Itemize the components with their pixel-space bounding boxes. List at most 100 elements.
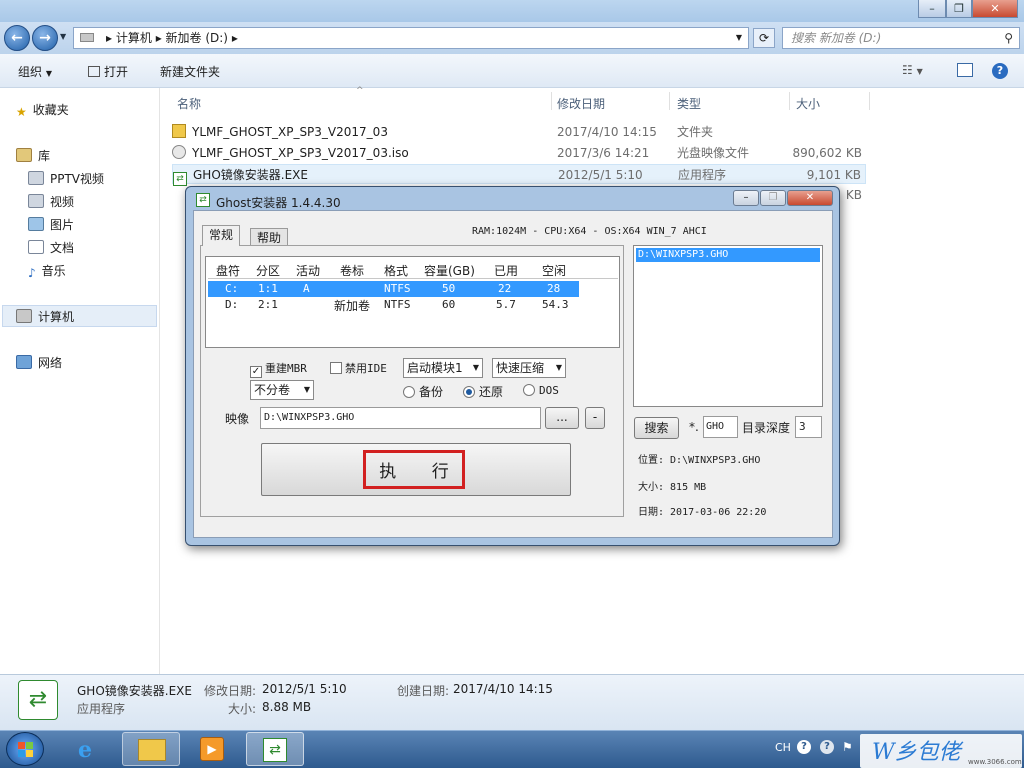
nav-lib-documents[interactable]: 文档 bbox=[28, 239, 74, 257]
nav-computer[interactable]: 计算机 bbox=[16, 308, 74, 326]
organize-menu[interactable]: 组织 ▼ bbox=[18, 63, 52, 80]
column-divider[interactable] bbox=[789, 92, 790, 110]
extension-input[interactable]: GHO bbox=[703, 416, 738, 438]
taskbar-media-player[interactable]: ▶ bbox=[184, 732, 242, 766]
file-date: 2012/5/1 5:10 bbox=[558, 168, 643, 182]
dialog-close-button[interactable]: ✕ bbox=[787, 190, 833, 206]
dialog-maximize-button: ❐ bbox=[760, 190, 786, 206]
computer-icon bbox=[16, 309, 32, 323]
image-file-list[interactable] bbox=[633, 245, 823, 407]
restore-radio[interactable]: 还原 bbox=[463, 383, 503, 400]
refresh-icon[interactable]: ⟳ bbox=[753, 28, 775, 48]
nav-favorites[interactable]: ★ 收藏夹 bbox=[16, 101, 69, 119]
search-button[interactable]: 搜索 bbox=[634, 417, 679, 439]
command-bar bbox=[0, 54, 1024, 88]
nav-libraries[interactable]: 库 bbox=[16, 147, 50, 165]
file-row[interactable]: YLMF_GHOST_XP_SP3_V2017_03.iso 2017/3/6 … bbox=[172, 143, 866, 163]
maximize-button[interactable]: ❐ bbox=[946, 0, 972, 18]
tray-flag-icon[interactable]: ⚑ bbox=[842, 740, 853, 754]
start-button[interactable] bbox=[6, 732, 44, 766]
cell-used: 22 bbox=[498, 282, 512, 295]
column-divider[interactable] bbox=[669, 92, 670, 110]
tab-general[interactable]: 常规 bbox=[202, 225, 241, 246]
image-list-item-selected[interactable]: D:\WINXPSP3.GHO bbox=[636, 248, 820, 262]
file-size: 9,101 KB bbox=[806, 168, 861, 182]
column-date[interactable]: 修改日期 bbox=[557, 95, 605, 112]
dos-radio[interactable]: DOS bbox=[523, 383, 559, 397]
breadcrumb-drive[interactable]: 新加卷 (D:) bbox=[166, 31, 228, 45]
compression-value: 快速压缩 bbox=[496, 361, 545, 375]
open-button[interactable]: 打开 bbox=[88, 63, 128, 80]
column-divider[interactable] bbox=[551, 92, 552, 110]
backup-radio[interactable]: 备份 bbox=[403, 383, 443, 400]
forward-button[interactable]: → bbox=[32, 25, 58, 51]
depth-input[interactable]: 3 bbox=[795, 416, 822, 438]
search-input[interactable]: 搜索 新加卷 (D:) ⚲ bbox=[782, 27, 1020, 49]
minimize-button[interactable]: – bbox=[918, 0, 946, 18]
checkbox-checked-icon: ✓ bbox=[250, 366, 262, 378]
boot-module-select[interactable]: 启动模块1 ▼ bbox=[403, 358, 483, 378]
rebuild-mbr-checkbox[interactable]: ✓ 重建MBR bbox=[250, 360, 307, 378]
video-folder-icon bbox=[28, 171, 44, 185]
split-select[interactable]: 不分卷 ▼ bbox=[250, 380, 314, 400]
file-row[interactable]: YLMF_GHOST_XP_SP3_V2017_03 2017/4/10 14:… bbox=[172, 122, 866, 142]
taskbar-ghost-installer[interactable]: ⇄ bbox=[246, 732, 304, 766]
details-created: 2017/4/10 14:15 bbox=[453, 682, 553, 696]
preview-pane-icon[interactable] bbox=[957, 63, 973, 77]
backup-label: 备份 bbox=[419, 385, 444, 399]
column-size[interactable]: 大小 bbox=[796, 95, 820, 112]
tray-help-icon[interactable]: ? bbox=[820, 740, 834, 754]
column-name[interactable]: 名称 bbox=[177, 95, 201, 112]
grid-header-free: 空闲 bbox=[542, 264, 567, 278]
dialog-minimize-button[interactable]: – bbox=[733, 190, 759, 206]
disable-ide-checkbox[interactable]: 禁用IDE bbox=[330, 360, 387, 376]
close-button[interactable]: ✕ bbox=[972, 0, 1018, 18]
nav-lib-pictures-label: 图片 bbox=[50, 218, 75, 232]
address-dropdown-icon[interactable]: ▼ bbox=[736, 28, 742, 48]
network-icon bbox=[16, 355, 32, 369]
nav-lib-pictures[interactable]: 图片 bbox=[28, 216, 74, 234]
disc-image-icon bbox=[172, 145, 186, 159]
rebuild-mbr-label: 重建MBR bbox=[265, 362, 307, 375]
cell-active: A bbox=[303, 282, 310, 295]
help-icon[interactable]: ? bbox=[992, 63, 1008, 79]
new-folder-button[interactable]: 新建文件夹 bbox=[160, 63, 220, 80]
restore-label: 还原 bbox=[479, 385, 504, 399]
column-type[interactable]: 类型 bbox=[677, 95, 701, 112]
view-options-icon[interactable]: ☷ ▼ bbox=[902, 63, 923, 77]
nav-computer-label: 计算机 bbox=[38, 310, 75, 324]
file-type: 光盘映像文件 bbox=[677, 146, 750, 160]
details-modified: 2012/5/1 5:10 bbox=[262, 682, 347, 696]
cell-used: 5.7 bbox=[496, 298, 516, 311]
file-row-selected[interactable]: ⇄ GHO镜像安装器.EXE 2012/5/1 5:10 应用程序 9,101 K… bbox=[172, 164, 866, 186]
partition-row-selected[interactable]: C: 1:1 A NTFS 50 22 28 bbox=[208, 281, 579, 297]
partition-row[interactable]: D: 2:1 新加卷 NTFS 60 5.7 54.3 bbox=[208, 297, 579, 313]
taskbar-ie[interactable]: e bbox=[60, 732, 118, 766]
breadcrumb-sep-icon: ▸ bbox=[231, 31, 238, 45]
recent-pages-icon[interactable]: ▼ bbox=[60, 32, 66, 41]
column-divider[interactable] bbox=[869, 92, 870, 110]
image-path-input[interactable]: D:\WINXPSP3.GHO bbox=[260, 407, 541, 429]
language-indicator[interactable]: CH bbox=[775, 741, 791, 754]
nav-network[interactable]: 网络 bbox=[16, 354, 62, 372]
nav-lib-videos[interactable]: 视频 bbox=[28, 193, 74, 211]
language-help-icon[interactable]: ? bbox=[797, 740, 811, 754]
grid-header-partition: 分区 bbox=[256, 264, 281, 278]
back-button[interactable]: ← bbox=[4, 25, 30, 51]
address-bar[interactable]: ▸ 计算机 ▸ 新加卷 (D:) ▸ ▼ bbox=[73, 27, 749, 49]
compression-select[interactable]: 快速压缩 ▼ bbox=[492, 358, 566, 378]
nav-lib-music[interactable]: ♪ 音乐 bbox=[28, 262, 66, 280]
grid-header-divider bbox=[208, 278, 618, 279]
file-size: KB bbox=[845, 188, 862, 202]
organize-label: 组织 bbox=[18, 65, 43, 79]
nav-network-label: 网络 bbox=[38, 356, 63, 370]
media-player-icon: ▶ bbox=[200, 737, 224, 761]
image-date: 日期: 2017-03-06 22:20 bbox=[638, 507, 767, 518]
breadcrumb-computer[interactable]: 计算机 bbox=[116, 31, 152, 45]
taskbar-explorer[interactable] bbox=[122, 732, 180, 766]
browse-button[interactable]: ... bbox=[545, 407, 579, 429]
minus-button[interactable]: - bbox=[585, 407, 605, 429]
cell-capacity: 50 bbox=[442, 282, 456, 295]
nav-lib-pptv[interactable]: PPTV视频 bbox=[28, 170, 104, 188]
grid-header-capacity: 容量(GB) bbox=[424, 264, 475, 278]
